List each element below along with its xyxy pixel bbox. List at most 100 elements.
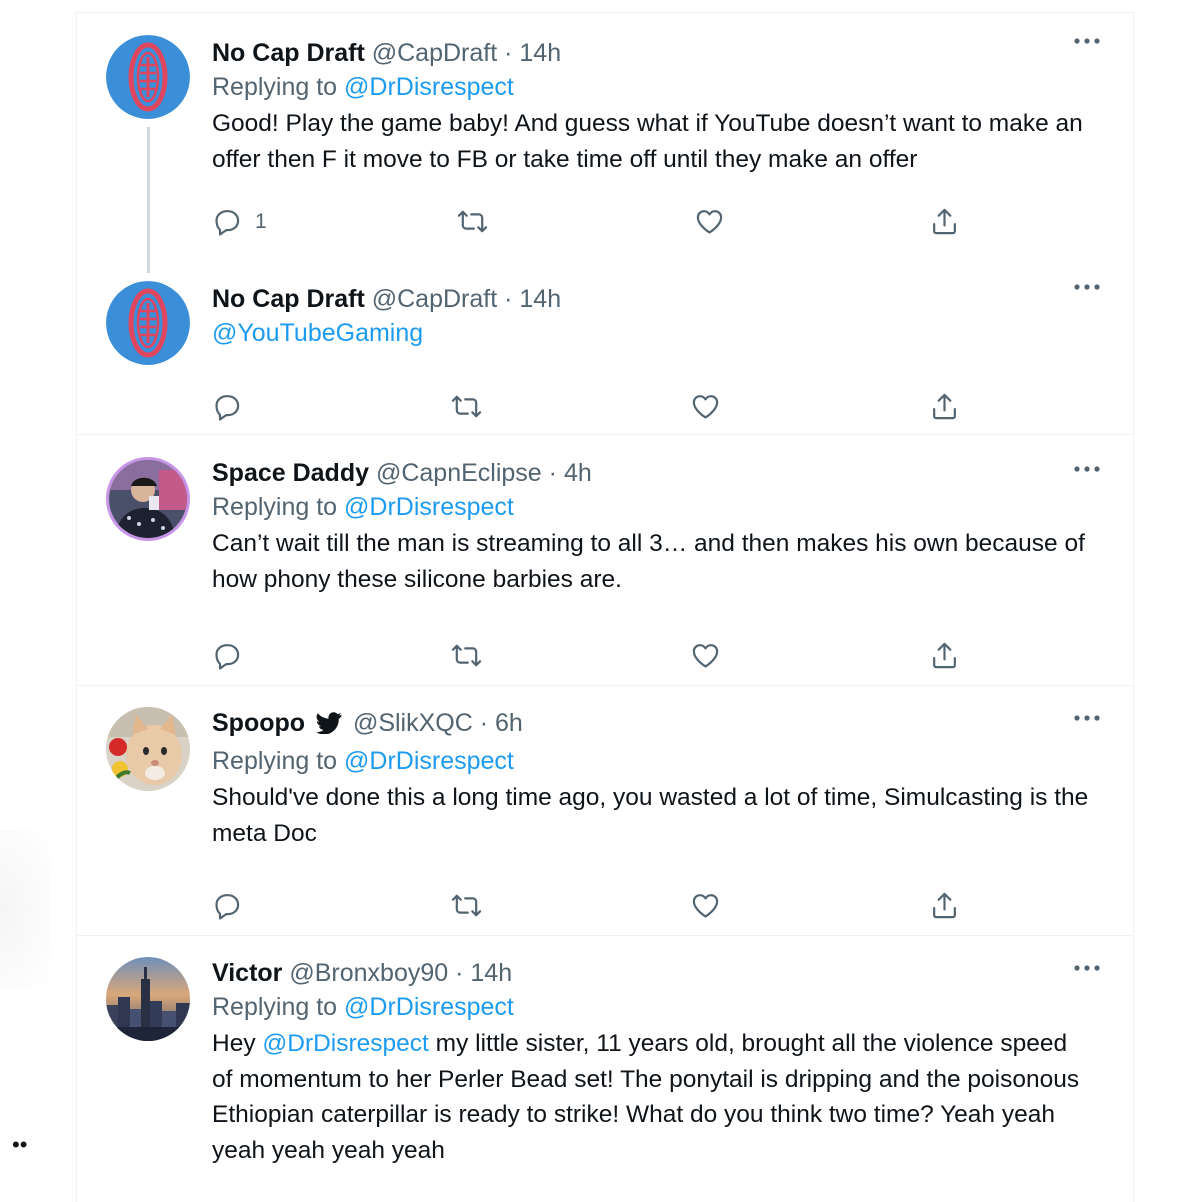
reply-button[interactable]: 1 [212, 206, 267, 237]
reply-button[interactable] [212, 640, 243, 671]
reply-button[interactable] [212, 890, 243, 921]
separator-dot: · [479, 709, 489, 737]
tweet-text: Hey @DrDisrespect my little sister, 11 y… [212, 1026, 1093, 1168]
tweet-content: Victor @Bronxboy90 · 14h Replying to @Dr… [212, 957, 1093, 1168]
retweet-button[interactable] [457, 206, 488, 237]
tweet-text: Can’t wait till the man is streaming to … [212, 530, 1085, 593]
user-handle[interactable]: @CapDraft [372, 285, 497, 313]
tweet-content: No Cap Draft @CapDraft · 14h @YouTubeGam… [212, 283, 1093, 351]
mention-link[interactable]: @YouTubeGaming [212, 319, 423, 347]
avatar[interactable] [106, 457, 190, 541]
tweet-actions: 1 [77, 206, 1133, 242]
timestamp[interactable]: 14h [470, 959, 512, 987]
retweet-button[interactable] [451, 640, 482, 671]
thread-line [147, 127, 150, 273]
tweet-header: No Cap Draft @CapDraft · 14h [212, 37, 1093, 69]
reply-icon [215, 644, 240, 670]
user-handle[interactable]: @Bronxboy90 [289, 959, 448, 987]
reply-icon [215, 395, 240, 421]
reply-button[interactable] [212, 391, 243, 422]
replying-to-label: Replying to [212, 493, 338, 521]
share-icon [933, 393, 956, 420]
tweet-feed: No Cap Draft @CapDraft · 14h Replying to… [76, 12, 1134, 1202]
replying-to-label: Replying to [212, 73, 338, 101]
like-button[interactable] [694, 206, 725, 237]
tweet-header: Victor @Bronxboy90 · 14h [212, 957, 1093, 989]
reply-mention-link[interactable]: @DrDisrespect [344, 493, 514, 521]
avatar[interactable] [106, 281, 190, 365]
tweet-card[interactable]: No Cap Draft @CapDraft · 14h @YouTubeGam… [77, 271, 1133, 435]
tweet-text: @YouTubeGaming [212, 315, 1093, 351]
tweet-text: Should've done this a long time ago, you… [212, 784, 1089, 847]
tweet-card[interactable]: Victor @Bronxboy90 · 14h Replying to @Dr… [77, 936, 1133, 1201]
tweet-actions [77, 391, 1133, 427]
replying-to: Replying to @DrDisrespect [212, 489, 1093, 525]
replying-to: Replying to @DrDisrespect [212, 743, 1093, 779]
retweet-button[interactable] [451, 890, 482, 921]
football-logo-avatar-icon [106, 35, 190, 119]
inline-mention-link[interactable]: @DrDisrespect [262, 1030, 428, 1057]
reply-mention-link[interactable]: @DrDisrespect [344, 73, 514, 101]
heart-icon [696, 210, 723, 234]
tweet-content: Space Daddy @CapnEclipse · 4h Replying t… [212, 457, 1093, 597]
timestamp[interactable]: 14h [519, 39, 561, 67]
cat-photo-avatar-icon [106, 707, 190, 791]
display-name[interactable]: Spoopo [212, 709, 305, 737]
retweet-icon [457, 210, 488, 233]
tweet-content: No Cap Draft @CapDraft · 14h Replying to… [212, 37, 1093, 177]
retweet-icon [451, 395, 482, 418]
display-name[interactable]: No Cap Draft [212, 285, 365, 313]
tweet-text: Good! Play the game baby! And guess what… [212, 110, 1083, 173]
like-button[interactable] [690, 640, 721, 671]
share-button[interactable] [929, 640, 960, 671]
replying-to: Replying to @DrDisrespect [212, 989, 1093, 1025]
share-button[interactable] [929, 391, 960, 422]
retweet-button[interactable] [451, 391, 482, 422]
tweet-header: No Cap Draft @CapDraft · 14h [212, 283, 1093, 315]
edge-dots: •• [12, 1132, 28, 1157]
heart-icon [692, 894, 719, 918]
reply-icon [215, 210, 240, 236]
separator-dot: · [455, 959, 464, 987]
tweet-header: Spoopo @SlikXQC · 6h [212, 707, 1093, 739]
retweet-icon [451, 644, 482, 667]
replying-to-label: Replying to [212, 747, 338, 775]
tweet-content: Spoopo @SlikXQC · 6h Replying to @DrDisr… [212, 707, 1093, 851]
tweet-card[interactable]: No Cap Draft @CapDraft · 14h Replying to… [77, 13, 1133, 283]
football-logo-avatar-icon [106, 281, 190, 365]
user-handle[interactable]: @CapnEclipse [376, 459, 542, 487]
separator-dot: · [504, 39, 513, 67]
tweet-header: Space Daddy @CapnEclipse · 4h [212, 457, 1093, 489]
avatar[interactable] [106, 707, 190, 791]
user-handle[interactable]: @SlikXQC [353, 709, 473, 737]
reply-count: 1 [255, 209, 267, 233]
user-handle[interactable]: @CapDraft [372, 39, 497, 67]
share-button[interactable] [929, 206, 960, 237]
tweet-card[interactable]: Spoopo @SlikXQC · 6h Replying to @DrDisr… [77, 686, 1133, 936]
like-button[interactable] [690, 391, 721, 422]
timestamp[interactable]: 4h [564, 459, 592, 487]
retweet-icon [451, 894, 482, 917]
avatar[interactable] [106, 35, 190, 119]
replying-to-label: Replying to [212, 993, 338, 1021]
separator-dot: · [504, 285, 513, 313]
reply-mention-link[interactable]: @DrDisrespect [344, 993, 514, 1021]
display-name[interactable]: Space Daddy [212, 459, 369, 487]
tweet-actions [77, 890, 1133, 926]
timestamp[interactable]: 14h [519, 285, 561, 313]
tweet-card[interactable]: Space Daddy @CapnEclipse · 4h Replying t… [77, 435, 1133, 685]
share-icon [933, 208, 956, 235]
left-edge-shadow [0, 830, 50, 990]
share-icon [933, 642, 956, 669]
share-button[interactable] [929, 890, 960, 921]
timestamp[interactable]: 6h [495, 709, 523, 737]
avatar[interactable] [106, 957, 190, 1041]
user-photo-avatar-icon [109, 460, 187, 538]
reply-mention-link[interactable]: @DrDisrespect [344, 747, 514, 775]
replying-to: Replying to @DrDisrespect [212, 69, 1093, 105]
display-name[interactable]: Victor [212, 959, 282, 987]
reply-icon [215, 894, 240, 920]
tweet-actions [77, 640, 1133, 676]
like-button[interactable] [690, 890, 721, 921]
display-name[interactable]: No Cap Draft [212, 39, 365, 67]
